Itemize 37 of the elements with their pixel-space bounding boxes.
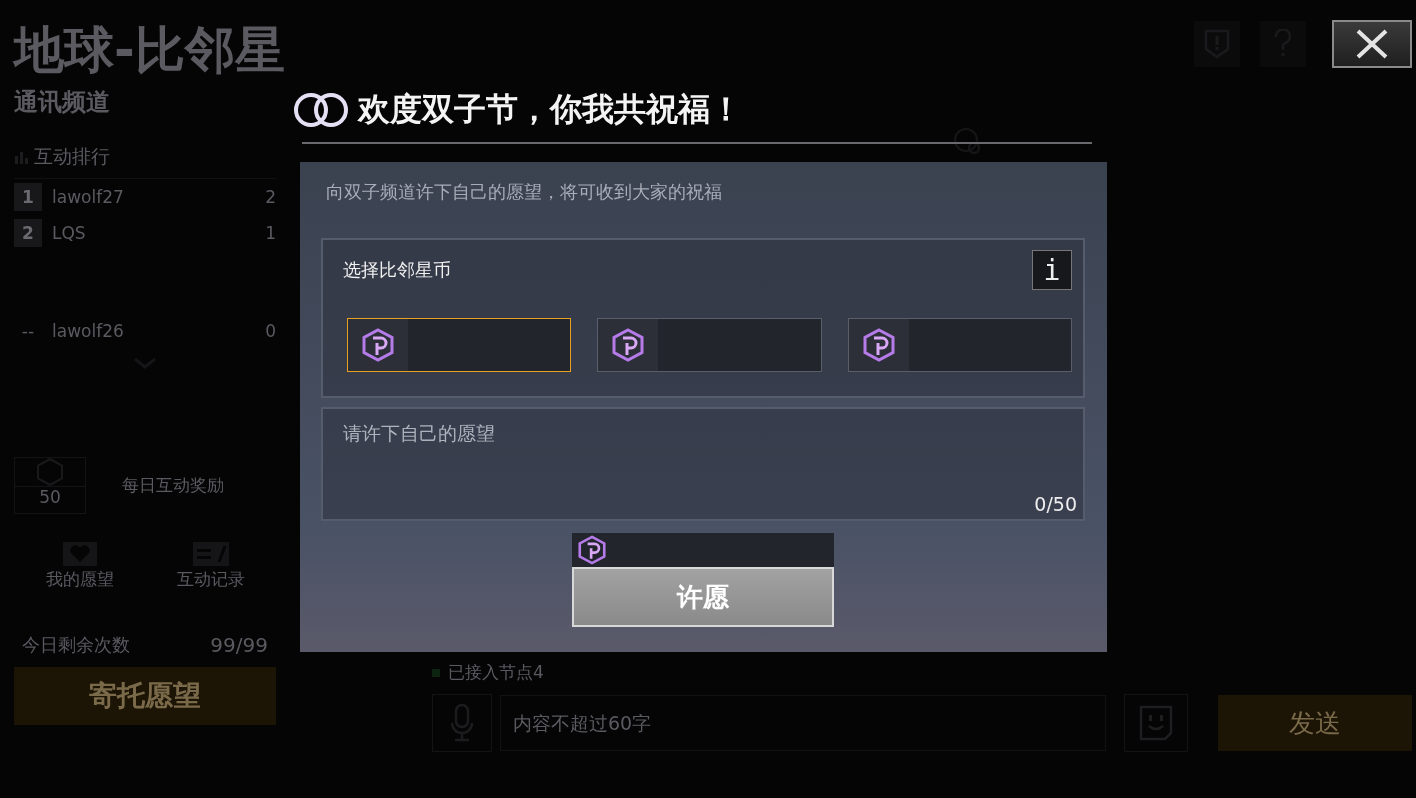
smiley-icon <box>1139 705 1173 741</box>
char-counter: 0/50 <box>1034 493 1077 515</box>
player-name: lawolf26 <box>52 321 125 341</box>
bar-chart-icon <box>14 150 28 164</box>
chat-input[interactable]: 内容不超过60字 <box>500 695 1106 751</box>
rank-text: -- <box>20 321 36 341</box>
close-icon <box>1355 28 1389 60</box>
wish-count: 0 <box>264 321 276 341</box>
dialog-subtitle: 向双子频道许下自己的愿望，将可收到大家的祝福 <box>325 180 723 204</box>
remaining-value: 99/99 <box>210 633 268 657</box>
rings-icon <box>292 92 350 128</box>
reward-label: 每日互动奖励 <box>122 474 224 497</box>
info-button[interactable]: i <box>1032 250 1072 290</box>
coin-option[interactable] <box>347 318 572 372</box>
nav-tab[interactable]: 互动记录 <box>176 542 245 591</box>
wish-button[interactable]: 许愿 <box>572 567 834 627</box>
ranking-title: 互动排行 <box>34 144 110 169</box>
reward-amount: 50 <box>15 486 85 507</box>
coin-option[interactable] <box>847 318 1072 372</box>
rank-badge: 1 <box>14 183 42 211</box>
connection-status: 已接入节点4 <box>448 661 544 684</box>
close-button[interactable] <box>1332 20 1412 68</box>
send-button[interactable]: 发送 <box>1218 695 1412 751</box>
wish-count: 1 <box>264 223 276 243</box>
coin-label: 选择比邻星币 <box>343 258 451 282</box>
rank-badge: 2 <box>14 219 42 247</box>
page-subtitle: 通讯频道 <box>14 87 110 118</box>
page-title: 地球-比邻星 <box>14 20 285 81</box>
entrust-button[interactable]: 寄托愿望 <box>14 667 276 725</box>
remaining-label: 今日剩余次数 <box>22 633 130 657</box>
microphone-icon <box>449 703 475 743</box>
wish-count: 2 <box>264 187 276 207</box>
player-name[interactable]: lawolf27 <box>52 187 252 207</box>
coin-option[interactable] <box>597 318 822 372</box>
dialog-title: 欢度双子节，你我共祝福！ <box>358 89 742 130</box>
nav-tab[interactable]: 我的愿望 <box>45 542 114 591</box>
player-name[interactable]: LQS <box>52 223 252 243</box>
